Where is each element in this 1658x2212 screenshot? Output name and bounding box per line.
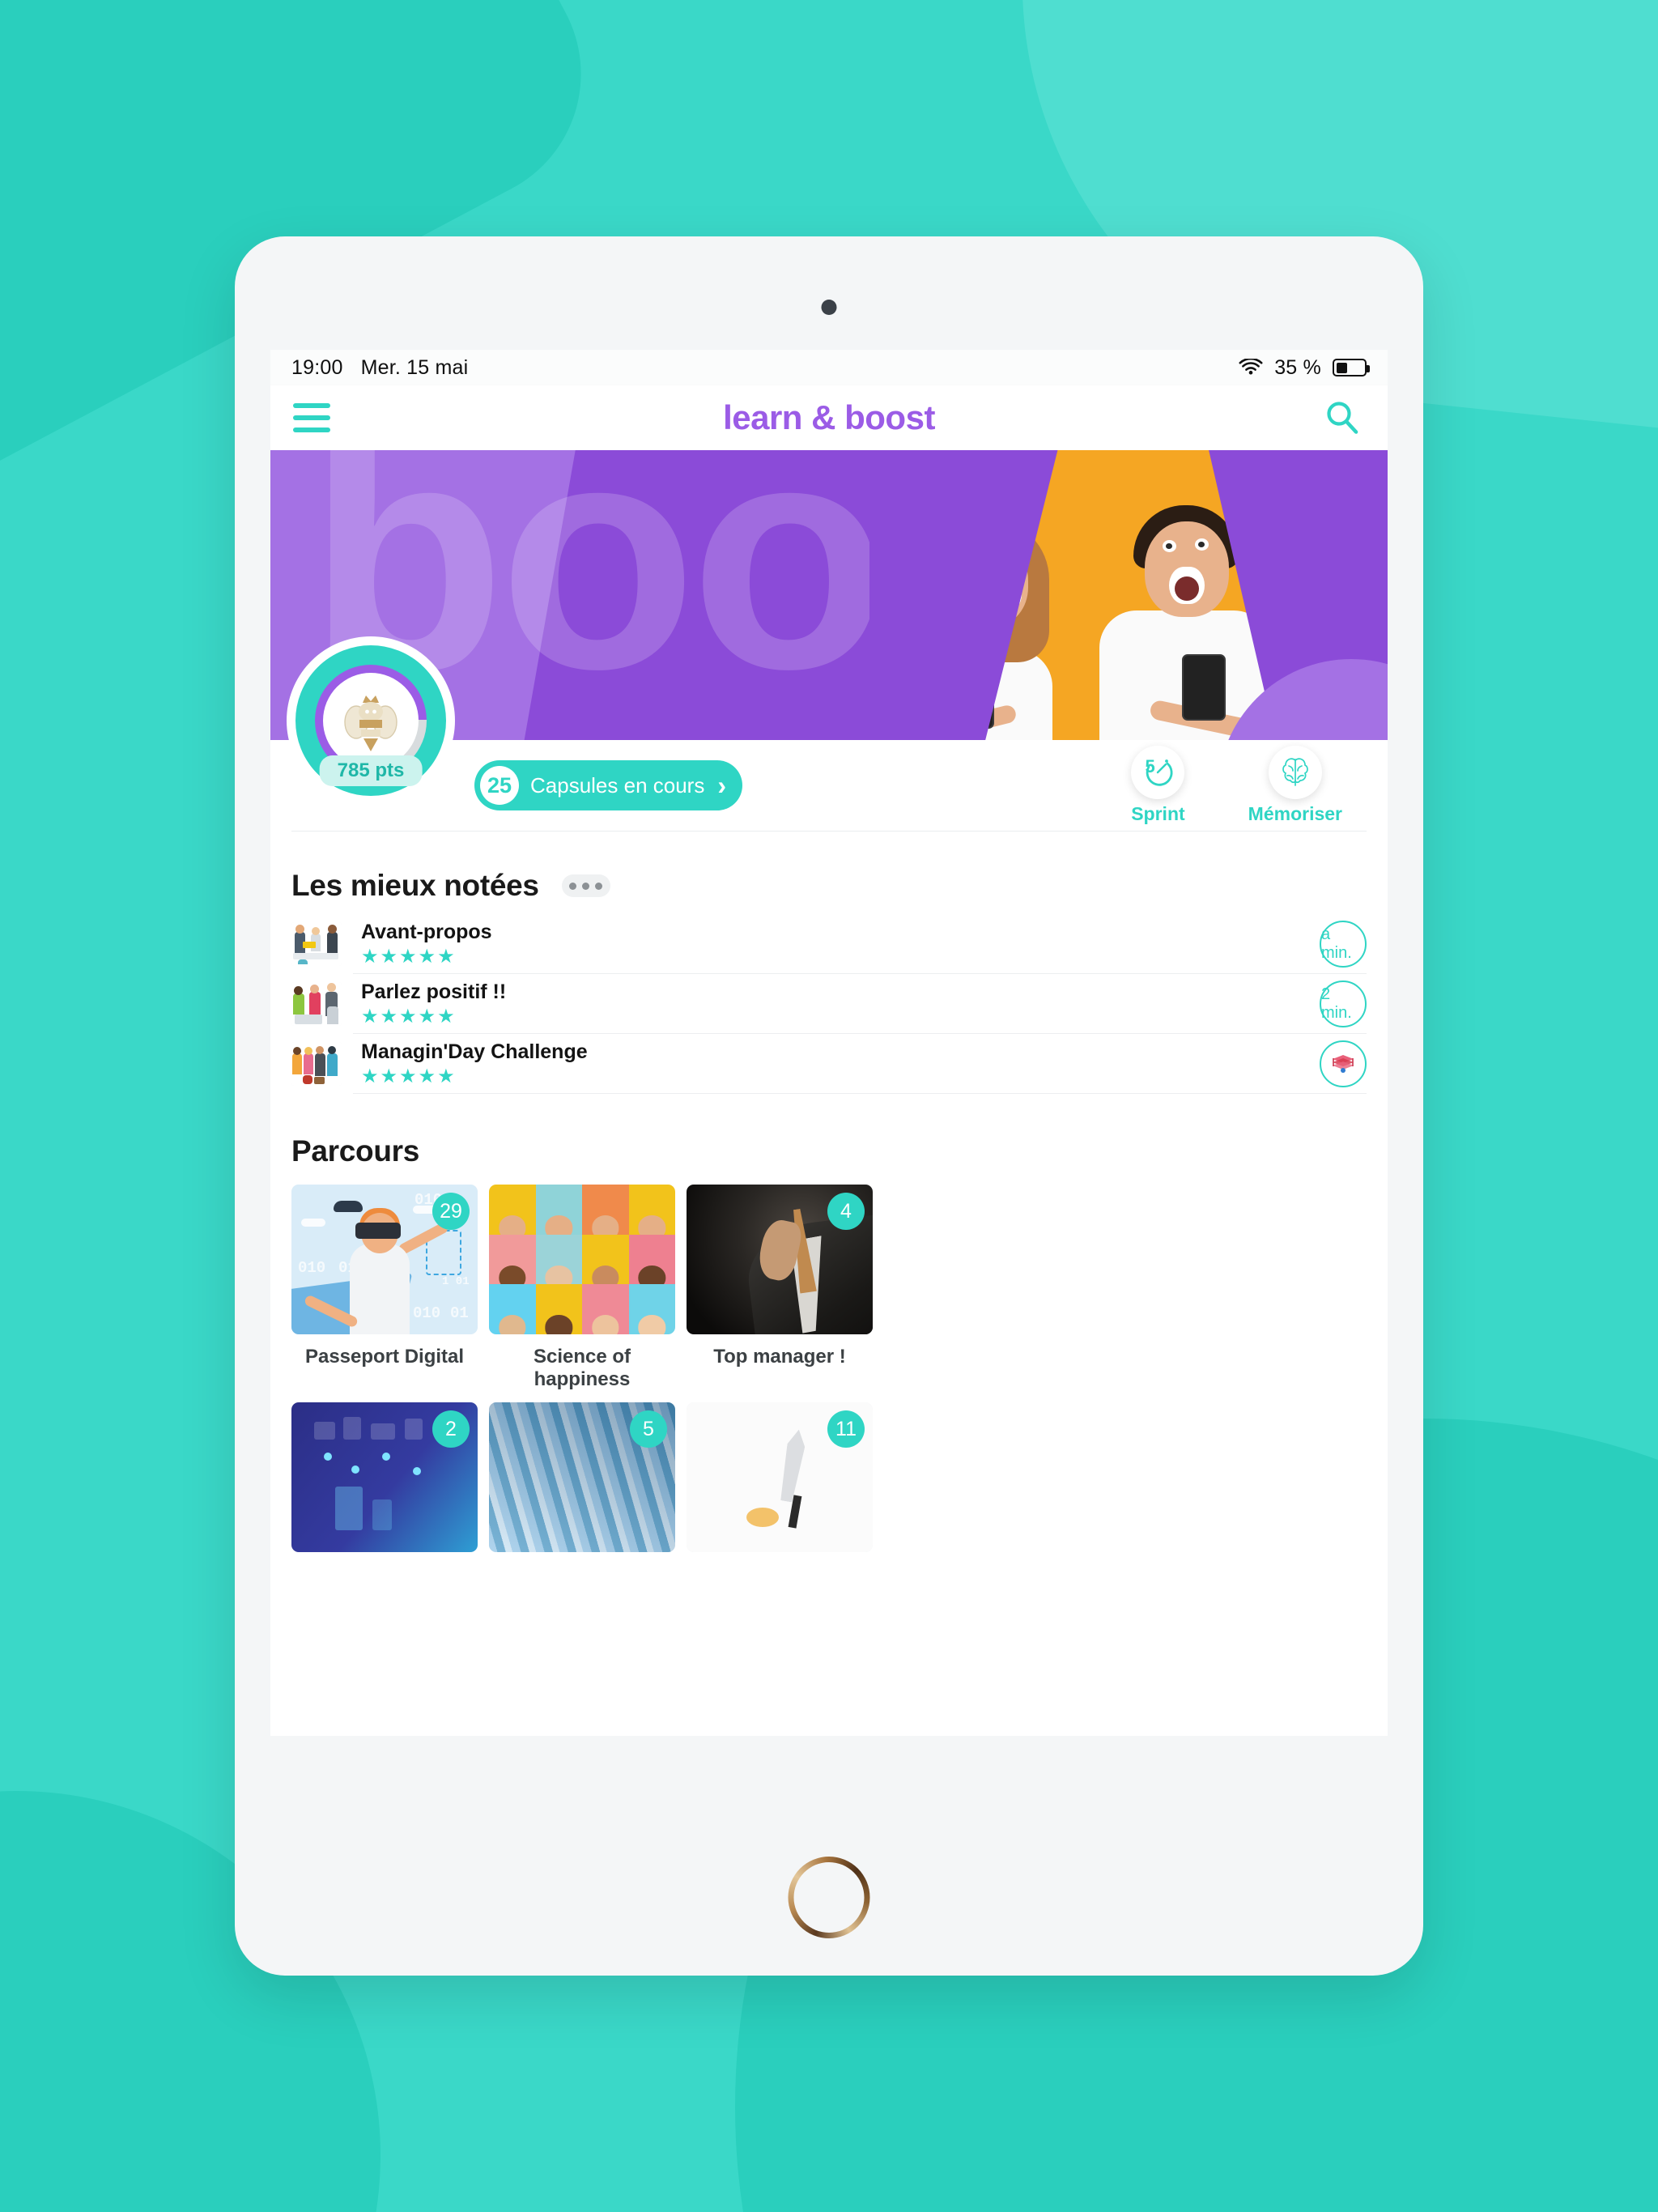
- faces-mosaic-photo: [489, 1185, 675, 1334]
- battery-percent: 35 %: [1274, 355, 1321, 379]
- action-sprint-label: Sprint: [1131, 803, 1185, 824]
- home-button[interactable]: [789, 1857, 870, 1938]
- capsules-label: Capsules en cours: [530, 772, 705, 798]
- parcours-grid: 010 1 010 01 010 01 1 01: [291, 1185, 1367, 1552]
- action-memorize[interactable]: Mémoriser: [1248, 746, 1342, 825]
- capsules-in-progress-button[interactable]: 25 Capsules en cours ›: [474, 760, 742, 810]
- list-item-title: Managin'Day Challenge: [361, 1040, 588, 1063]
- more-dots-icon[interactable]: [561, 874, 610, 897]
- front-camera-icon: [821, 300, 837, 315]
- status-badge: 11: [827, 1410, 865, 1448]
- status-badge: 2: [432, 1410, 470, 1448]
- battery-fill: [1336, 362, 1347, 373]
- hero-photo: [869, 450, 1388, 740]
- brain-icon: [1268, 746, 1322, 799]
- stats-strip: 785 pts 25 Capsules en cours › 5 Sprint …: [270, 636, 1388, 831]
- duration-label: 2 min.: [1321, 985, 1352, 1022]
- parcours-card[interactable]: Science of happiness: [489, 1185, 675, 1391]
- status-badge: 4: [827, 1193, 865, 1230]
- tablet-device: 19:00 Mer. 15 mai 35 % learn & boost boo…: [235, 236, 1423, 1976]
- glass-building-photo: 5: [489, 1402, 675, 1552]
- status-badge: 29: [432, 1193, 470, 1230]
- digital-vr-illustration: 010 1 010 01 010 01 1 01: [291, 1185, 478, 1334]
- top-rated-list: Avant-propos ★ ★ ★ ★ ★ a min. Parlez pos…: [291, 914, 1367, 1094]
- rating-stars: ★ ★ ★ ★ ★: [361, 1006, 455, 1027]
- battery-icon: [1333, 359, 1370, 376]
- parcours-card[interactable]: 11: [687, 1402, 873, 1552]
- sprint-minutes: 5: [1145, 756, 1155, 776]
- parcours-card-label: Science of happiness: [533, 1346, 631, 1390]
- status-badge: 5: [630, 1410, 667, 1448]
- tablet-screen: 19:00 Mer. 15 mai 35 % learn & boost boo…: [270, 350, 1388, 1736]
- parcours-card-label: Passeport Digital: [304, 1346, 465, 1368]
- boxing-ring-icon: [1320, 1040, 1367, 1087]
- parcours-title: Parcours: [291, 1134, 420, 1168]
- bee-avatar-icon: [323, 673, 419, 768]
- section-top-rated: Les mieux notées Avant-propos ★ ★ ★ ★ ★ …: [270, 869, 1388, 1094]
- list-item-title: Avant-propos: [361, 921, 492, 943]
- pen-white-photo: 11: [687, 1402, 873, 1552]
- rating-stars: ★ ★ ★ ★ ★: [361, 946, 455, 968]
- search-icon[interactable]: [1320, 395, 1365, 440]
- parcours-card[interactable]: 5: [489, 1402, 675, 1552]
- duration-badge: 2 min.: [1320, 980, 1367, 1027]
- team-group-illustration: [291, 1042, 342, 1086]
- status-time: 19:00: [291, 355, 343, 379]
- content-scroll-area[interactable]: Les mieux notées Avant-propos ★ ★ ★ ★ ★ …: [270, 832, 1388, 1736]
- duration-label: a min.: [1321, 925, 1352, 962]
- page-title: learn & boost: [723, 398, 935, 436]
- duration-badge: a min.: [1320, 920, 1367, 968]
- status-bar: 19:00 Mer. 15 mai 35 %: [270, 350, 1388, 385]
- capsules-count: 25: [480, 766, 519, 805]
- businessman-dark-photo: 4: [687, 1185, 873, 1334]
- list-item[interactable]: Parlez positif !! ★ ★ ★ ★ ★ 2 min.: [291, 974, 1367, 1034]
- parcours-card[interactable]: 4 Top manager !: [687, 1185, 873, 1391]
- page-background: 19:00 Mer. 15 mai 35 % learn & boost boo…: [0, 0, 1658, 2212]
- top-rated-header: Les mieux notées: [291, 869, 1367, 903]
- wifi-icon: [1239, 359, 1263, 375]
- status-right-group: 35 %: [1239, 355, 1370, 380]
- data-network-illustration: 2: [291, 1402, 478, 1552]
- parcours-card[interactable]: 2: [291, 1402, 478, 1552]
- avatar[interactable]: 785 pts: [287, 636, 455, 805]
- list-item[interactable]: Avant-propos ★ ★ ★ ★ ★ a min.: [291, 914, 1367, 974]
- status-date: Mer. 15 mai: [360, 355, 469, 379]
- list-item[interactable]: Managin'Day Challenge ★ ★ ★ ★ ★: [291, 1034, 1367, 1094]
- section-parcours: Parcours 010 1 010: [270, 1134, 1388, 1552]
- stopwatch-icon: 5: [1131, 746, 1185, 799]
- action-sprint[interactable]: 5 Sprint: [1131, 746, 1185, 825]
- top-rated-title: Les mieux notées: [291, 869, 539, 902]
- parcours-card-label: Top manager !: [713, 1346, 846, 1368]
- presentation-illustration: [291, 982, 342, 1026]
- points-badge: 785 pts: [319, 755, 423, 786]
- chevron-right-icon: ›: [717, 771, 726, 800]
- meeting-table-illustration: [291, 922, 342, 966]
- parcours-card[interactable]: 010 1 010 01 010 01 1 01: [291, 1185, 478, 1391]
- hamburger-menu-icon[interactable]: [293, 398, 338, 437]
- action-memorize-label: Mémoriser: [1248, 803, 1342, 824]
- quick-actions: 5 Sprint Mémoriser: [1131, 746, 1342, 825]
- rating-stars: ★ ★ ★ ★ ★: [361, 1066, 455, 1087]
- list-item-title: Parlez positif !!: [361, 981, 507, 1003]
- app-header: learn & boost: [270, 385, 1388, 450]
